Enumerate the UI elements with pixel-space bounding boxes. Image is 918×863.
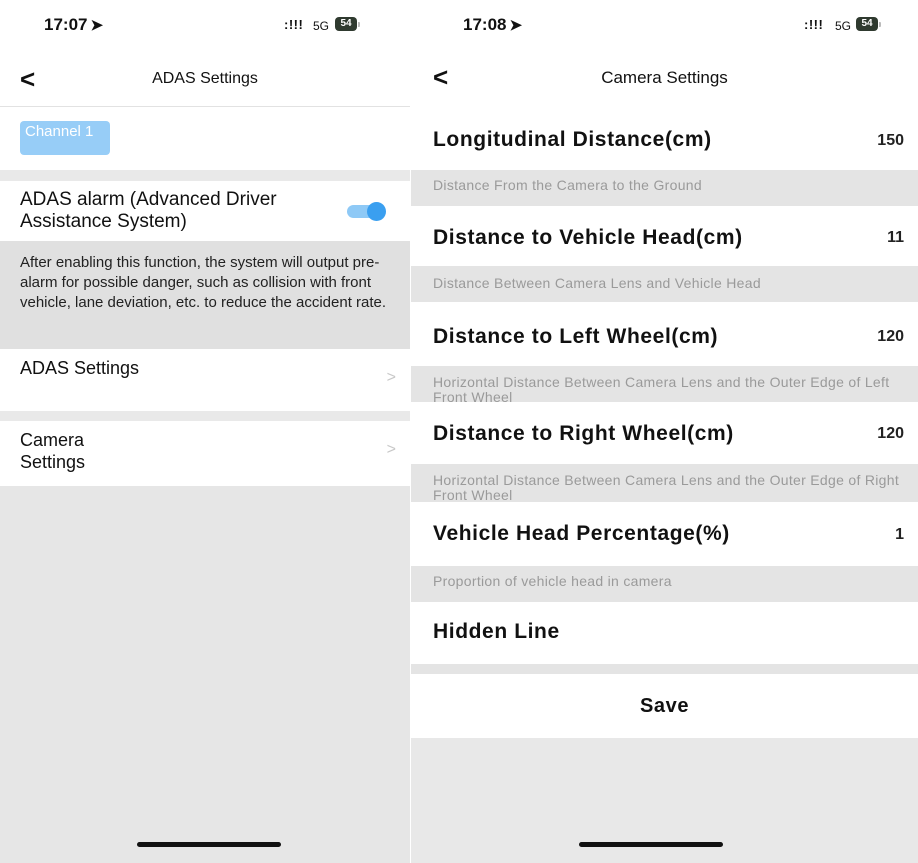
vehicle-head-distance-value[interactable]: 11: [887, 229, 904, 247]
battery-tip: [879, 22, 881, 27]
adas-alarm-label: ADAS alarm (Advanced Driver Assistance S…: [20, 189, 277, 232]
home-indicator: [137, 842, 281, 847]
nav-bar: < ADAS Settings: [0, 56, 410, 107]
status-time: 17:08 ➤: [463, 15, 523, 34]
longitudinal-distance-value[interactable]: 150: [877, 132, 904, 150]
adas-settings-screen: 17:07 ➤ :!!! 5G 54 < ADAS Settings Channe…: [0, 0, 410, 863]
section-gap: [411, 664, 918, 674]
setting-label: Vehicle Head Percentage(%): [433, 522, 730, 545]
setting-hint: Distance From the Camera to the Ground: [411, 170, 918, 206]
vehicle-head-percentage-value[interactable]: 1: [895, 526, 904, 544]
setting-label: Longitudinal Distance(cm): [433, 128, 712, 151]
vehicle-head-distance-row: Distance to Vehicle Head(cm) 11: [411, 206, 918, 266]
setting-hint-text: Proportion of vehicle head in camera: [433, 573, 672, 589]
setting-label: Distance to Left Wheel(cm): [433, 325, 719, 348]
setting-hint-text: Horizontal Distance Between Camera Lens …: [433, 472, 900, 503]
empty-area: [0, 486, 410, 863]
left-wheel-distance-value[interactable]: 120: [877, 328, 904, 346]
section-gap: [0, 411, 410, 421]
vehicle-head-percentage-row: Vehicle Head Percentage(%) 1: [411, 502, 918, 566]
menu-item-label: Camera Settings: [20, 430, 86, 472]
signal-icon: :!!!: [804, 17, 824, 32]
setting-label: Distance to Vehicle Head(cm): [433, 226, 743, 249]
setting-hint-text: Horizontal Distance Between Camera Lens …: [433, 374, 890, 403]
longitudinal-distance-row: Longitudinal Distance(cm) 150: [411, 112, 918, 170]
save-button[interactable]: Save: [411, 674, 918, 738]
adas-settings-row[interactable]: ADAS Settings >: [0, 349, 410, 411]
camera-settings-screen: 17:08 ➤ :!!! 5G 54 < Camera Settings Long…: [411, 0, 918, 863]
channel-chip[interactable]: Channel 1: [20, 121, 110, 155]
signal-icon: :!!!: [284, 17, 304, 32]
hidden-line-row[interactable]: Hidden Line: [411, 602, 918, 664]
setting-label: Hidden Line: [433, 620, 560, 643]
location-arrow-icon: ➤: [509, 17, 523, 34]
setting-hint: Distance Between Camera Lens and Vehicle…: [411, 266, 918, 302]
adas-description: After enabling this function, the system…: [0, 241, 410, 349]
nav-bar: < Camera Settings: [411, 56, 918, 106]
battery-icon: 54: [856, 17, 878, 31]
adas-alarm-toggle[interactable]: [347, 202, 386, 221]
status-bar: 17:07 ➤ :!!! 5G 54: [0, 0, 410, 50]
setting-label: Distance to Right Wheel(cm): [433, 422, 734, 445]
adas-description-text: After enabling this function, the system…: [20, 254, 387, 311]
network-label: 5G: [835, 19, 852, 33]
chevron-right-icon: >: [386, 369, 396, 386]
status-bar: 17:08 ➤ :!!! 5G 54: [411, 0, 918, 50]
chevron-right-icon: >: [386, 441, 396, 458]
camera-settings-row[interactable]: Camera Settings >: [0, 421, 410, 483]
status-time: 17:07 ➤: [44, 15, 104, 34]
right-wheel-distance-value[interactable]: 120: [877, 425, 904, 443]
location-arrow-icon: ➤: [90, 17, 104, 34]
toggle-knob: [367, 202, 386, 221]
left-wheel-distance-row: Distance to Left Wheel(cm) 120: [411, 302, 918, 366]
network-label: 5G: [313, 19, 330, 33]
home-indicator: [579, 842, 723, 847]
setting-hint: Horizontal Distance Between Camera Lens …: [411, 464, 918, 502]
menu-item-label: ADAS Settings: [20, 358, 140, 378]
setting-hint: Horizontal Distance Between Camera Lens …: [411, 366, 918, 402]
setting-hint-text: Distance Between Camera Lens and Vehicle…: [433, 275, 761, 291]
page-title: ADAS Settings: [152, 70, 258, 87]
battery-icon: 54: [335, 17, 357, 31]
page-title: Camera Settings: [601, 68, 728, 87]
right-wheel-distance-row: Distance to Right Wheel(cm) 120: [411, 402, 918, 464]
section-gap: [0, 170, 410, 181]
setting-hint: Proportion of vehicle head in camera: [411, 566, 918, 602]
setting-hint-text: Distance From the Camera to the Ground: [433, 177, 702, 193]
battery-tip: [358, 22, 360, 27]
